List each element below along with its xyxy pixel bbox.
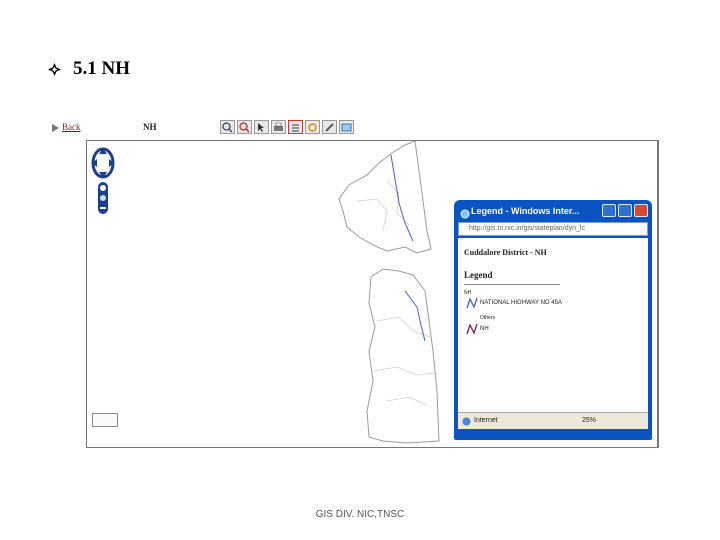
district-boundary-south [366, 268, 440, 444]
legend-icon[interactable] [288, 120, 303, 134]
close-button[interactable] [634, 204, 648, 217]
status-zone: Internet [474, 417, 498, 424]
district-boundary-north [338, 140, 432, 254]
nh-symbol-icon [466, 322, 478, 340]
slide-title-text: 5.1 NH [73, 58, 130, 79]
scale-bar [92, 413, 118, 427]
edit-icon[interactable] [322, 120, 337, 134]
map-toolbar [220, 120, 354, 136]
ie-icon [460, 206, 470, 219]
legend-title: Legend [464, 270, 493, 280]
globe-icon [462, 417, 471, 428]
maximize-button[interactable] [618, 204, 632, 217]
legend-item-label: NH [480, 326, 489, 332]
address-text: http://gis.tn.nic.in/gis/stateplan/dyn_l… [469, 225, 585, 232]
back-link[interactable]: Back [62, 122, 81, 132]
legend-content: Cuddalore District - NH Legend NH NATION… [458, 238, 648, 412]
window-title: Legend - Windows Inter... [471, 206, 580, 216]
select-icon[interactable] [254, 120, 269, 134]
print-icon[interactable] [271, 120, 286, 134]
highway-symbol-icon [466, 296, 478, 314]
layers-icon[interactable] [339, 120, 354, 134]
divider [464, 284, 560, 285]
slide-title: 5.1 NH [48, 58, 130, 80]
diamond-bullet-icon [48, 62, 61, 76]
address-bar[interactable]: http://gis.tn.nic.in/gis/stateplan/dyn_l… [458, 222, 648, 236]
zoom-out-icon[interactable] [237, 120, 252, 134]
zoom-slider[interactable] [97, 182, 109, 219]
back-arrow-icon[interactable] [52, 124, 59, 132]
minimize-button[interactable] [602, 204, 616, 217]
layer-label: NH [143, 122, 157, 132]
refresh-icon[interactable] [305, 120, 320, 134]
status-bar: Internet 25% [458, 412, 648, 429]
legend-heading: Cuddalore District - NH [464, 248, 547, 257]
zoom-level[interactable]: 25% [582, 417, 596, 424]
gis-screenshot: Back NH Legend - Windows Inter... http:/… [50, 116, 659, 450]
slide-footer: GIS DIV. NIC,TNSC [315, 509, 405, 520]
legend-item-label: NATIONAL HIGHWAY NO 45A [480, 300, 562, 306]
legend-group-label: Others [480, 315, 496, 321]
legend-window: Legend - Windows Inter... http://gis.tn.… [454, 200, 652, 440]
pan-control[interactable] [91, 147, 115, 184]
zoom-in-icon[interactable] [220, 120, 235, 134]
